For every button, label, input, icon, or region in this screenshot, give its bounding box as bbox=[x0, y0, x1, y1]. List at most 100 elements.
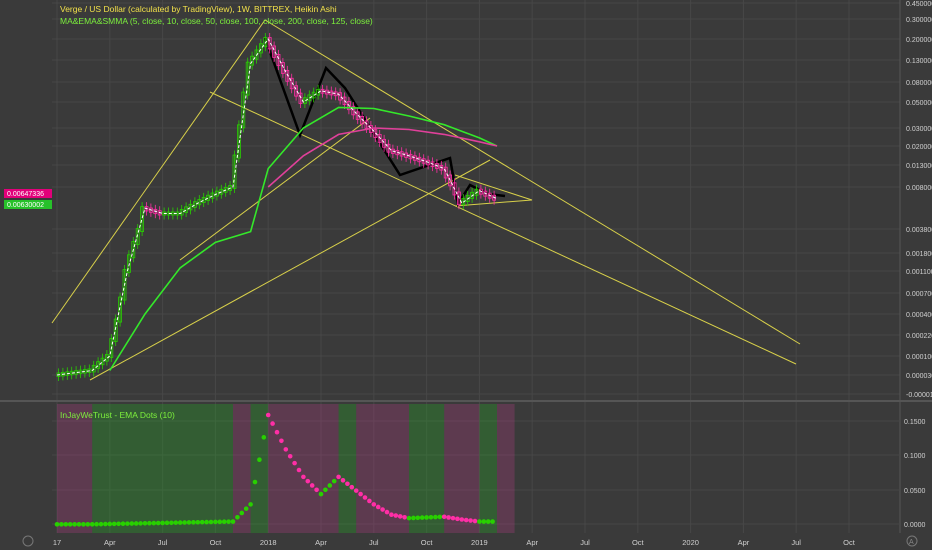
ema-dot bbox=[455, 516, 460, 522]
ema-dot bbox=[349, 484, 355, 490]
ema-dot bbox=[485, 519, 491, 524]
ema-dot bbox=[177, 520, 183, 525]
x-tick-label: 17 bbox=[53, 538, 61, 547]
ema-dot bbox=[402, 514, 407, 520]
y-tick-label: 0.00022000 bbox=[906, 333, 932, 340]
x-tick-label: Oct bbox=[843, 538, 856, 547]
ema-dot bbox=[173, 520, 179, 525]
sub-indicator-label: InJayWeTrust - EMA Dots (10) bbox=[60, 410, 175, 420]
ema-dot bbox=[67, 522, 73, 527]
ema-dot bbox=[397, 514, 403, 519]
ema-dot bbox=[327, 483, 333, 488]
ema-dot bbox=[384, 509, 390, 515]
y-tick-label: 0.13000000 bbox=[906, 58, 932, 65]
x-tick-label: Jul bbox=[369, 538, 379, 547]
ema-dot bbox=[63, 522, 69, 527]
x-tick-label: Jul bbox=[580, 538, 590, 547]
ema-dot bbox=[367, 498, 372, 504]
chart-title: Verge / US Dollar (calculated by Trading… bbox=[60, 4, 337, 14]
ema-dot bbox=[230, 519, 236, 524]
ema-dot bbox=[252, 479, 258, 485]
indicator-band bbox=[57, 404, 93, 533]
y-tick-label: 0.01300000 bbox=[906, 163, 932, 170]
y-tick-label: 0.45000000 bbox=[906, 1, 932, 8]
ema-dot bbox=[437, 514, 443, 520]
ema-dot bbox=[257, 457, 262, 462]
ema-dot bbox=[142, 520, 148, 526]
ema-dot bbox=[371, 502, 377, 507]
ema-dot bbox=[345, 481, 350, 487]
y-tick-label: -0.00001500 bbox=[906, 392, 932, 399]
y-tick-label: 0.00380000 bbox=[906, 227, 932, 234]
ema-dot bbox=[380, 507, 385, 512]
ema-dot bbox=[314, 487, 319, 493]
ema-dot bbox=[191, 520, 196, 525]
y-tick-label: 0.20000000 bbox=[906, 37, 932, 44]
ema-dot bbox=[472, 518, 478, 524]
ema-dot bbox=[450, 515, 456, 521]
ema-dot bbox=[393, 513, 399, 518]
ema-dot bbox=[239, 510, 245, 516]
ema-dot bbox=[54, 522, 60, 527]
x-tick-label: Oct bbox=[421, 538, 434, 547]
sub-y-tick-label: 0.0000 bbox=[904, 522, 926, 529]
ema-dot bbox=[270, 421, 275, 426]
ema-dot bbox=[318, 491, 324, 497]
ema-dot bbox=[433, 514, 438, 520]
ema-dot bbox=[375, 504, 381, 510]
ema-dot bbox=[358, 491, 363, 497]
ema-dot bbox=[208, 519, 214, 525]
indicator-band bbox=[338, 404, 357, 533]
trading-chart[interactable]: 0.45000000 0.30000000 0.20000000 0.13000000… bbox=[0, 0, 932, 550]
ema-dot bbox=[85, 522, 91, 527]
ema-dot bbox=[72, 522, 77, 527]
ema-dot bbox=[468, 518, 473, 523]
ma-price-text: 0.00630002 bbox=[7, 202, 44, 209]
auto-scale-label: A bbox=[909, 539, 914, 546]
indicator-band bbox=[497, 404, 515, 533]
ema-dot bbox=[160, 520, 165, 526]
x-tick-label: Jul bbox=[791, 538, 801, 547]
indicator-band bbox=[250, 404, 269, 533]
ema-dot bbox=[243, 506, 249, 511]
ema-dot bbox=[389, 512, 394, 517]
ema-dot bbox=[411, 515, 416, 521]
y-tick-label: 0.05000000 bbox=[906, 100, 932, 107]
y-tick-label: 0.02000000 bbox=[906, 144, 932, 151]
x-tick-label: Apr bbox=[104, 538, 116, 547]
ema-dot bbox=[133, 521, 139, 526]
indicator-band bbox=[479, 404, 497, 533]
ema-dot bbox=[261, 435, 267, 440]
ema-dot bbox=[186, 520, 192, 525]
ema-dot bbox=[362, 495, 368, 500]
ema-dot bbox=[331, 478, 337, 484]
ema-dot bbox=[98, 521, 104, 527]
ema-dot bbox=[296, 467, 302, 473]
ema-dot bbox=[415, 515, 421, 521]
ema-dot bbox=[213, 519, 218, 525]
ema-dot bbox=[446, 515, 451, 520]
ema-dot bbox=[204, 519, 209, 525]
ema-dot bbox=[129, 521, 135, 526]
ema-dot bbox=[274, 429, 280, 435]
ema-dot bbox=[287, 453, 293, 459]
ema-dot bbox=[477, 519, 482, 524]
ema-dot bbox=[120, 521, 126, 527]
indicator-band bbox=[444, 404, 480, 533]
y-tick-label: 0.00180000 bbox=[906, 251, 932, 258]
ema-dot bbox=[138, 521, 143, 526]
ema-dot bbox=[103, 521, 108, 527]
y-tick-label: 0.00040000 bbox=[906, 312, 932, 319]
indicator-band bbox=[409, 404, 445, 533]
ema-dot bbox=[265, 412, 271, 418]
x-tick-label: 2019 bbox=[471, 538, 488, 547]
ema-dot bbox=[111, 521, 117, 527]
ema-dot bbox=[226, 519, 231, 524]
ema-dot bbox=[428, 514, 434, 520]
x-tick-label: Oct bbox=[210, 538, 223, 547]
last-price-text: 0.00647336 bbox=[7, 191, 44, 198]
ema-dot bbox=[490, 519, 495, 524]
ema-dot bbox=[459, 517, 465, 522]
ema-dot bbox=[419, 515, 425, 520]
y-tick-label: 0.00070000 bbox=[906, 291, 932, 298]
